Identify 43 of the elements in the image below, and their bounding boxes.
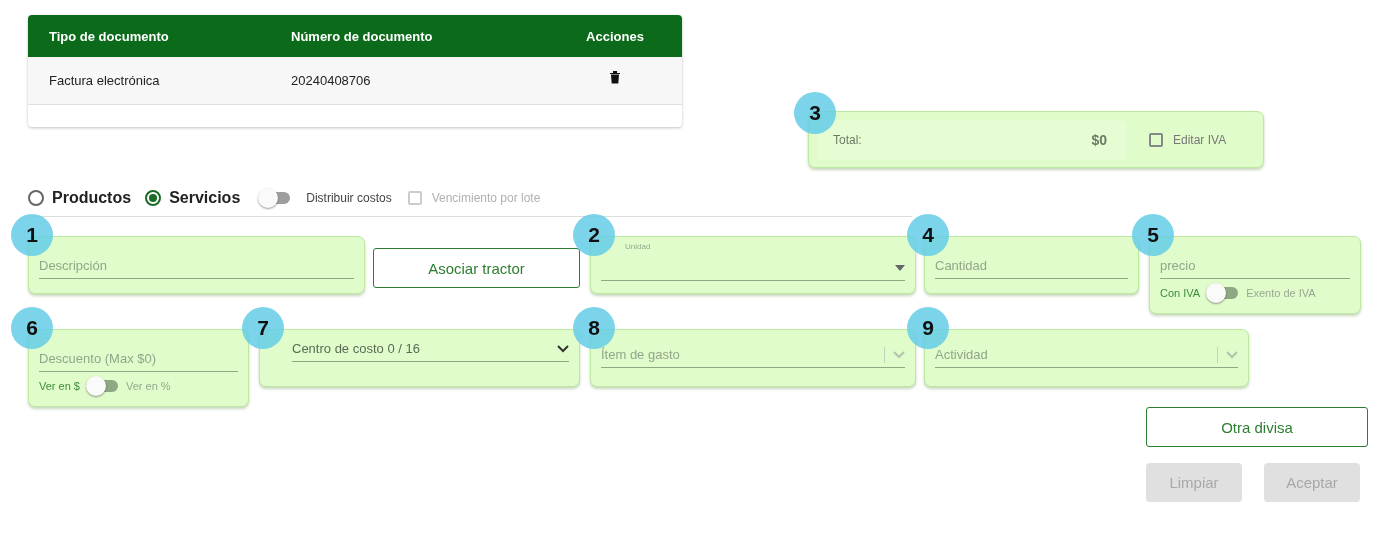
step-badge: 4: [907, 214, 949, 256]
switch-label: Con IVA: [1160, 287, 1201, 299]
step-badge: 8: [573, 307, 615, 349]
checkbox-label: Vencimiento por lote: [431, 191, 541, 205]
step-badge: 7: [242, 307, 284, 349]
column-header: Acciones: [585, 28, 645, 44]
radio-label: Productos: [52, 189, 132, 207]
text-field[interactable]: Descuento (Max $0): [39, 346, 238, 372]
text-field[interactable]: Cantidad: [935, 253, 1128, 279]
total-value: $0: [1091, 131, 1107, 148]
table-cell-text: 20240408706: [290, 73, 372, 88]
select-field[interactable]: Ítem de gasto: [601, 342, 905, 368]
field-label: Unidad: [625, 242, 652, 251]
radio-button[interactable]: [28, 190, 44, 206]
chevron-icon: [1226, 350, 1238, 359]
column-header: Tipo de documento: [48, 28, 170, 44]
step-badge: 5: [1132, 214, 1174, 256]
step-badge: 6: [11, 307, 53, 349]
switch-label: Ver en $: [39, 380, 80, 392]
select-field[interactable]: Centro de costo 0 / 16: [292, 336, 569, 362]
select-field[interactable]: Actividad: [935, 342, 1238, 368]
table-cell-text: Factura electrónica: [48, 73, 161, 88]
toggle-label: Distribuir costos: [306, 191, 392, 205]
associate-button[interactable]: Asociar tractor: [373, 248, 580, 288]
step-badge: 3: [794, 92, 836, 134]
switch-label: Exento de IVA: [1246, 287, 1316, 299]
trash-icon[interactable]: [609, 69, 621, 84]
text-field[interactable]: precio: [1160, 253, 1350, 279]
checkbox-label: Editar IVA: [1173, 132, 1227, 147]
step-badge: 1: [11, 214, 53, 256]
step-badge: 2: [573, 214, 615, 256]
radio-button[interactable]: [145, 190, 162, 206]
other-currency-button[interactable]: Otra divisa: [1146, 407, 1368, 447]
chevron-icon: [893, 350, 905, 359]
chevron-icon: [557, 344, 569, 353]
text-field[interactable]: Descripción: [39, 253, 354, 279]
step-badge: 9: [907, 307, 949, 349]
column-header: Número de documento: [290, 28, 434, 44]
radio-label: Servicios: [169, 189, 241, 207]
checkbox[interactable]: [1149, 132, 1163, 147]
caret-icon: [895, 264, 905, 271]
switch-label: Ver en %: [126, 380, 171, 392]
total-label: Total:: [833, 132, 862, 147]
